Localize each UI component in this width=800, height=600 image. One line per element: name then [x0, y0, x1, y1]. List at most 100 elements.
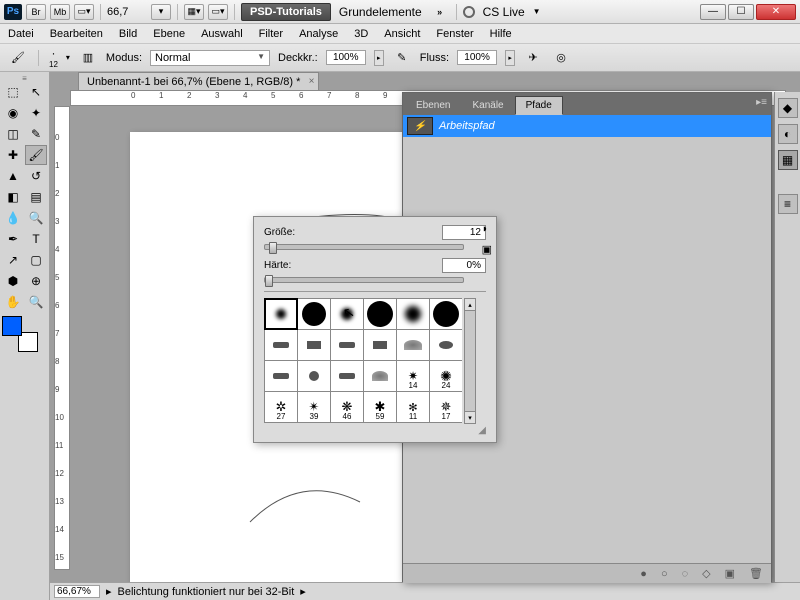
flow-input[interactable]: 100%	[457, 50, 497, 65]
view-extras-button[interactable]: ▦▾	[184, 4, 204, 20]
size-slider[interactable]	[264, 244, 464, 250]
close-button[interactable]: ✕	[756, 4, 796, 20]
brush-new-preset-icon[interactable]: ▣	[482, 243, 492, 256]
status-arrow-icon[interactable]: ▸	[106, 585, 112, 598]
wand-tool[interactable]: ✦	[25, 103, 47, 123]
menu-3d[interactable]: 3D	[354, 28, 368, 40]
menu-analyse[interactable]: Analyse	[299, 28, 338, 40]
dodge-tool[interactable]: 🔍	[25, 208, 47, 228]
preset-round[interactable]	[430, 330, 462, 360]
preset-59[interactable]: ✱59	[364, 392, 396, 422]
tab-kanaele[interactable]: Kanäle	[461, 96, 514, 115]
stroke-path-icon[interactable]: ○	[661, 568, 668, 580]
preset-flat-4[interactable]	[364, 330, 396, 360]
panel-menu-icon[interactable]: ▸≡	[756, 97, 767, 108]
brush-panel-toggle[interactable]: ▥	[78, 48, 98, 68]
gradient-tool[interactable]: ▤	[25, 187, 47, 207]
history-brush-tool[interactable]: ↺	[25, 166, 47, 186]
blur-tool[interactable]: 💧	[2, 208, 24, 228]
zoom-dropdown[interactable]: ▾	[151, 4, 171, 20]
preset-flat-3[interactable]	[331, 330, 363, 360]
preset-46[interactable]: ❋46	[331, 392, 363, 422]
preset-round-2[interactable]	[298, 361, 330, 391]
resize-grip-icon[interactable]: ◢	[264, 425, 486, 436]
tab-ebenen[interactable]: Ebenen	[405, 96, 461, 115]
stamp-tool[interactable]: ▲	[2, 166, 24, 186]
preset-soft-small[interactable]	[265, 299, 297, 329]
pen-tool[interactable]: ✒	[2, 229, 24, 249]
preset-splatter-14[interactable]: ✷14	[397, 361, 429, 391]
preset-splatter-24[interactable]: ✺24	[430, 361, 462, 391]
color-swatches[interactable]	[2, 316, 46, 352]
flow-arrow[interactable]: ▸	[505, 50, 515, 66]
foreground-color[interactable]	[2, 316, 22, 336]
cslive-button[interactable]: CS Live	[479, 5, 529, 19]
menu-ebene[interactable]: Ebene	[153, 28, 185, 40]
path-row-arbeitspfad[interactable]: ⚡ Arbeitspfad	[403, 115, 771, 137]
tab-pfade[interactable]: Pfade	[515, 96, 563, 115]
selection-to-path-icon[interactable]: ◇	[702, 567, 710, 580]
pressure-opacity-icon[interactable]: ✎	[392, 48, 412, 68]
preset-17[interactable]: ✵17	[430, 392, 462, 422]
type-tool[interactable]: T	[25, 229, 47, 249]
preset-soft-lg[interactable]	[397, 299, 429, 329]
preset-27[interactable]: ✲27	[265, 392, 297, 422]
lasso-tool[interactable]: ◉	[2, 103, 24, 123]
menu-ansicht[interactable]: Ansicht	[384, 28, 420, 40]
zoom-tool[interactable]: 🔍	[25, 292, 47, 312]
eraser-tool[interactable]: ◧	[2, 187, 24, 207]
preset-11[interactable]: ✻11	[397, 392, 429, 422]
workspace-psdtutorials[interactable]: PSD-Tutorials	[241, 3, 331, 21]
zoom-input[interactable]: 66,67%	[54, 585, 100, 598]
selection-tool[interactable]: ↖	[25, 82, 47, 102]
fill-path-icon[interactable]: ●	[640, 568, 647, 580]
mode-select[interactable]: Normal	[150, 50, 270, 66]
size-input[interactable]	[442, 225, 486, 240]
move-tool[interactable]: ⬚	[2, 82, 24, 102]
menu-datei[interactable]: Datei	[8, 28, 34, 40]
minibridge-button[interactable]: Mb	[50, 4, 70, 20]
3d-camera-tool[interactable]: ⊕	[25, 271, 47, 291]
status-menu-arrow[interactable]: ▸	[300, 585, 306, 598]
preset-hard-xxl[interactable]	[430, 299, 462, 329]
preset-hard-xl[interactable]	[364, 299, 396, 329]
workspace-more[interactable]: »	[430, 4, 450, 20]
hardness-slider[interactable]	[264, 277, 464, 283]
3d-tool[interactable]: ⬢	[2, 271, 24, 291]
preset-39[interactable]: ✴39	[298, 392, 330, 422]
delete-path-icon[interactable]: 🗑	[749, 567, 763, 580]
dock-swatches-icon[interactable]: ◆	[778, 98, 798, 118]
brush-flyout-icon[interactable]: ◗	[482, 223, 492, 235]
healing-tool[interactable]: ✚	[2, 145, 24, 165]
dock-history-icon[interactable]: ≡	[778, 194, 798, 214]
opacity-input[interactable]: 100%	[326, 50, 366, 65]
menu-hilfe[interactable]: Hilfe	[490, 28, 512, 40]
preset-fan[interactable]	[397, 330, 429, 360]
dock-layers-icon[interactable]: ▦	[778, 150, 798, 170]
shape-tool[interactable]: ▢	[25, 250, 47, 270]
preset-flat-1[interactable]	[265, 330, 297, 360]
menu-auswahl[interactable]: Auswahl	[201, 28, 243, 40]
brush-tool[interactable]: 🖌	[25, 145, 47, 165]
pressure-size-icon[interactable]: ◎	[551, 48, 571, 68]
hand-tool[interactable]: ✋	[2, 292, 24, 312]
minimize-button[interactable]: —	[700, 4, 726, 20]
preset-flat-5[interactable]	[265, 361, 297, 391]
eyedropper-tool[interactable]: ✎	[25, 124, 47, 144]
bridge-button[interactable]: Br	[26, 4, 46, 20]
preset-hard-large[interactable]	[298, 299, 330, 329]
presets-scrollbar[interactable]: ▴▾	[464, 298, 476, 424]
zoom-display[interactable]: 66,7	[107, 6, 147, 18]
hardness-input[interactable]	[442, 258, 486, 273]
dock-adjustments-icon[interactable]: ◐	[778, 124, 798, 144]
menu-bearbeiten[interactable]: Bearbeiten	[50, 28, 103, 40]
path-select-tool[interactable]: ↗	[2, 250, 24, 270]
tab-close-icon[interactable]: ×	[309, 76, 315, 87]
menu-filter[interactable]: Filter	[259, 28, 283, 40]
opacity-arrow[interactable]: ▸	[374, 50, 384, 66]
maximize-button[interactable]: ☐	[728, 4, 754, 20]
document-tab[interactable]: Unbenannt-1 bei 66,7% (Ebene 1, RGB/8) *…	[78, 72, 319, 90]
path-to-selection-icon[interactable]: ◌	[682, 568, 689, 580]
brush-tool-icon[interactable]: 🖌	[8, 48, 28, 68]
menu-fenster[interactable]: Fenster	[436, 28, 473, 40]
